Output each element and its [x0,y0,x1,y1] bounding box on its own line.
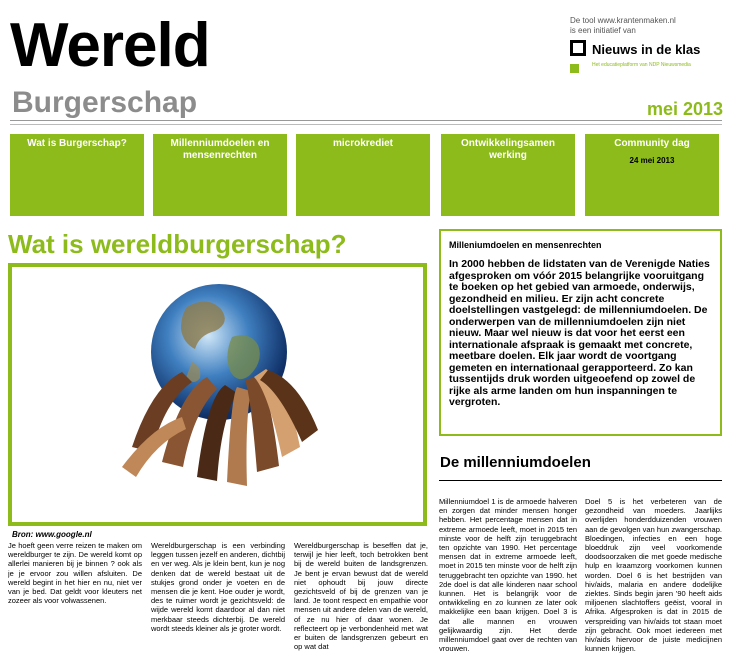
issue-date: mei 2013 [646,99,723,119]
logo-name: Nieuws in de klas [592,42,701,57]
tab-wat-is-burgerschap[interactable]: Wat is Burgerschap? [10,134,144,216]
millenniumdoelen-box: Milleniumdoelen en mensenrechten In 2000… [439,229,722,436]
tool-credit-sub: is een initiatief van [570,26,636,35]
tab-label: Ontwikkelingsamen werking [461,138,555,161]
logo-accent-icon [570,64,579,73]
tab-label: Wat is Burgerschap? [27,138,127,149]
divider [10,124,722,125]
globe-hands-image [12,267,423,522]
article-column-2: Wereldburgerschap is een verbinding legg… [151,541,285,633]
tab-label: microkrediet [332,138,394,149]
tab-community-dag[interactable]: Community dag 24 mei 2013 [585,134,719,216]
divider [439,480,722,481]
tab-label: Community dag [614,138,690,149]
tab-label: Millenniumdoelen en mensenrechten [170,138,270,161]
article-column-1: Je hoeft geen verre reizen te maken om w… [8,541,142,606]
mdg-column-1: Millenniumdoel 1 is de armoede halveren … [439,497,577,654]
globe-icon [122,284,318,486]
box-text: In 2000 hebben de lidstaten van de Veren… [449,258,710,408]
page-subtitle: Burgerschap [12,86,198,119]
logo-square-icon [570,40,586,56]
box-title: Milleniumdoelen en mensenrechten [449,240,602,250]
tab-date: 24 mei 2013 [629,156,675,165]
image-credit: Bron: www.google.nl [12,530,92,539]
article-headline: Wat is wereldburgerschap? [8,229,347,259]
tool-credit: De tool www.krantenmaken.nl [570,16,676,25]
divider [10,120,722,121]
tab-microkrediet[interactable]: microkrediet [296,134,430,216]
section-heading: De millenniumdoelen [440,454,591,471]
tab-ontwikkelingssamenwerking[interactable]: Ontwikkelingsamen werking [441,134,575,216]
mdg-column-2: Doel 5 is het verbeteren van de gezondhe… [585,497,722,654]
tab-millenniumdoelen[interactable]: Millenniumdoelen en mensenrechten [153,134,287,216]
article-column-3: Wereldburgerschap is beseffen dat je, te… [294,541,428,652]
logo-tagline: Het educatieplatform van NDP Nieuwsmedia [592,62,691,68]
page-title: Wereld [10,11,211,80]
article-image-frame [8,263,427,526]
